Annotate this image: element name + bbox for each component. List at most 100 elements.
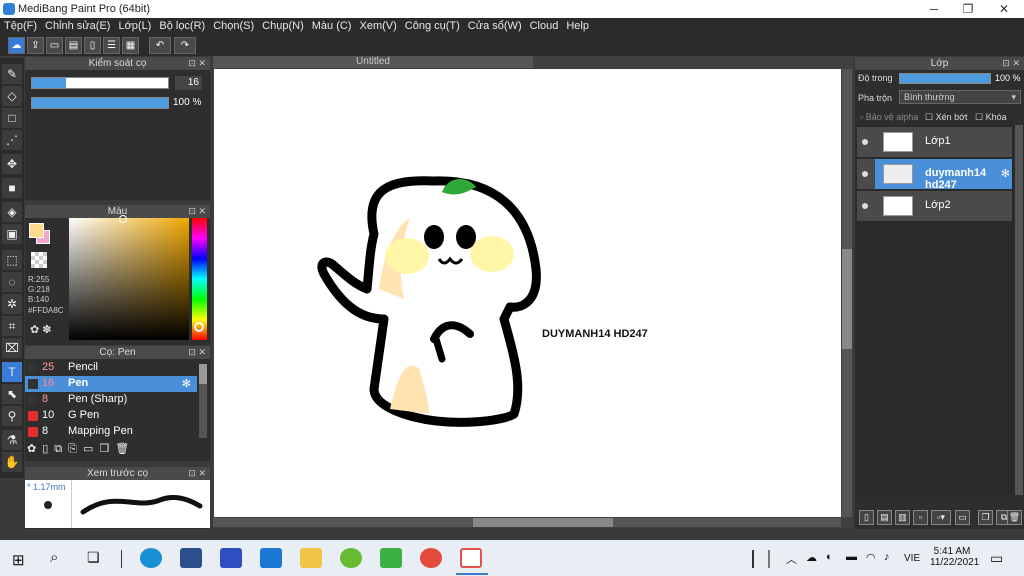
windows-start-icon[interactable]: ⊞	[12, 551, 25, 569]
delete-layer-icon[interactable]: 🗑	[1007, 510, 1022, 525]
cloud-tray-icon[interactable]: ☁	[806, 551, 817, 564]
app-a-icon[interactable]	[220, 548, 242, 568]
drawing-canvas[interactable]: DUYMANH14 HD247	[214, 69, 841, 517]
palette-icon[interactable]: ✿ ✽	[30, 323, 52, 336]
new-layer-8bit-icon[interactable]: ▤	[877, 510, 892, 525]
visibility-icon[interactable]	[862, 203, 868, 209]
language-indicator[interactable]: VIE	[904, 553, 920, 564]
main-color-swatch[interactable]	[29, 223, 44, 238]
redo-icon[interactable]: ↷	[174, 37, 196, 54]
layer-item[interactable]: Lớp2	[857, 191, 1012, 221]
size-value[interactable]: 16	[175, 76, 202, 90]
brush-item[interactable]: 10 G Pen	[25, 408, 197, 424]
scrollbar-thumb[interactable]	[199, 364, 207, 384]
app-green-icon[interactable]	[340, 548, 362, 568]
text-tool-icon[interactable]: T	[2, 362, 22, 382]
maximize-button[interactable]: ❐	[951, 0, 985, 18]
chrome-icon[interactable]	[420, 548, 442, 568]
eraser-tool-icon[interactable]: ◇	[2, 86, 22, 106]
duplicate-layer-icon[interactable]: ❐	[978, 510, 993, 525]
brush-item[interactable]: 8 Pen (Sharp)	[25, 392, 197, 408]
panel-close-icon[interactable]: ⊡ ✕	[188, 205, 206, 218]
alpha-protect-checkbox[interactable]: ▫ Bảo vệ alpha	[860, 112, 918, 122]
layer-item[interactable]: Lớp1	[857, 127, 1012, 157]
gear-icon[interactable]: ✻	[1001, 167, 1010, 180]
scrollbar-thumb[interactable]	[473, 518, 613, 527]
brush-settings-icon[interactable]: ⧉	[54, 443, 68, 455]
hue-cursor[interactable]	[194, 322, 204, 332]
close-button[interactable]: ✕	[987, 0, 1021, 18]
meet-icon[interactable]: ◐	[826, 551, 833, 563]
grid-icon[interactable]: ▦	[122, 37, 139, 54]
menu-tools[interactable]: Công cụ(T)	[401, 18, 464, 32]
panel-close-icon[interactable]: ⊡ ✕	[188, 57, 206, 70]
add-brush-icon[interactable]: ✿	[27, 443, 42, 455]
task-view-icon[interactable]: ❏	[87, 549, 100, 566]
add-layer-icon[interactable]: ▫	[913, 510, 928, 525]
volume-icon[interactable]: ♪	[884, 551, 890, 563]
layer-item[interactable]: duymanh14 hd247 ✻	[857, 159, 1012, 191]
brush-item[interactable]: 8 Mapping Pen	[25, 424, 197, 440]
select-eraser-tool-icon[interactable]: ⌧	[2, 338, 22, 358]
scrollbar-thumb[interactable]	[842, 249, 852, 349]
move-tool-icon[interactable]: ✥	[2, 154, 22, 174]
menu-color[interactable]: Màu (C)	[308, 18, 356, 32]
operation-tool-icon[interactable]: ⬉	[2, 384, 22, 404]
store-icon[interactable]	[180, 548, 202, 568]
edge-icon[interactable]	[140, 548, 162, 568]
new-layer-icon[interactable]: ▯	[859, 510, 874, 525]
visibility-icon[interactable]	[862, 171, 868, 177]
menu-file[interactable]: Tệp(F)	[0, 18, 41, 32]
lasso-tool-icon[interactable]: ◌	[2, 272, 22, 292]
brush-tool-icon[interactable]: ✎	[2, 64, 22, 84]
delete-brush-icon[interactable]: 🗑	[115, 443, 135, 455]
new-brush-icon[interactable]: ▯	[42, 443, 54, 455]
tab-untitled[interactable]: Untitled	[213, 56, 533, 68]
gradient-tool-icon[interactable]: ▣	[2, 224, 22, 244]
menu-cloud[interactable]: Cloud	[526, 18, 563, 32]
add-layer-menu-icon[interactable]: ▫▾	[931, 510, 951, 525]
fill-shape-tool-icon[interactable]: ■	[2, 178, 22, 198]
document-icon[interactable]: ▯	[84, 37, 101, 54]
wifi-icon[interactable]: ◠	[866, 551, 876, 564]
visibility-icon[interactable]	[862, 139, 868, 145]
clipping-checkbox[interactable]: ☐ Xén bớt	[925, 112, 968, 123]
comment-icon[interactable]: ▭	[46, 37, 63, 54]
eyedropper-tool-icon[interactable]: ⚲	[2, 406, 22, 426]
transparent-color-swatch[interactable]	[31, 252, 47, 268]
size-slider[interactable]	[31, 77, 169, 89]
menu-snap[interactable]: Chụp(N)	[258, 18, 308, 32]
battery-icon[interactable]: ▬	[846, 551, 857, 563]
bluestacks-icon[interactable]	[380, 548, 402, 568]
bucket-tool-icon[interactable]: ◈	[2, 202, 22, 222]
hue-slider[interactable]	[192, 218, 207, 340]
menu-window[interactable]: Cửa sổ(W)	[464, 18, 526, 32]
minimize-button[interactable]: ─	[917, 0, 951, 18]
menu-select[interactable]: Chọn(S)	[209, 18, 258, 32]
message-icon[interactable]: ▤	[65, 37, 82, 54]
menu-help[interactable]: Help	[562, 18, 593, 32]
brush-item[interactable]: 25 Pencil	[25, 360, 197, 376]
undo-icon[interactable]: ↶	[149, 37, 171, 54]
color-saturation-field[interactable]	[69, 215, 189, 340]
mail-icon[interactable]	[260, 548, 282, 568]
rectangle-tool-icon[interactable]: □	[2, 108, 22, 128]
clock[interactable]: 5:41 AM 11/22/2021	[930, 546, 979, 568]
medibang-icon[interactable]	[460, 548, 482, 568]
vertical-scrollbar[interactable]	[842, 69, 852, 517]
import-brush-icon[interactable]: ⎘	[68, 443, 83, 455]
panel-close-icon[interactable]: ⊡ ✕	[188, 346, 206, 359]
eyedropper2-tool-icon[interactable]: ⚗	[2, 430, 22, 450]
magic-wand-tool-icon[interactable]: ✲	[2, 294, 22, 314]
color-picker-cursor[interactable]	[119, 215, 127, 223]
cloud-icon[interactable]: ☁	[8, 37, 25, 54]
folder-icon[interactable]: ▭	[83, 443, 99, 455]
menu-layer[interactable]: Lớp(L)	[114, 18, 155, 32]
gear-icon[interactable]: ✻	[182, 377, 191, 390]
brush-item[interactable]: 16 Pen ✻	[25, 376, 197, 392]
opacity-slider[interactable]	[31, 97, 169, 109]
blend-mode-select[interactable]: Bình thường ▾	[899, 90, 1021, 104]
lock-checkbox[interactable]: ☐ Khóa	[975, 112, 1007, 123]
menu-edit[interactable]: Chỉnh sửa(E)	[41, 18, 114, 32]
menu-filter[interactable]: Bộ lọc(R)	[155, 18, 209, 32]
